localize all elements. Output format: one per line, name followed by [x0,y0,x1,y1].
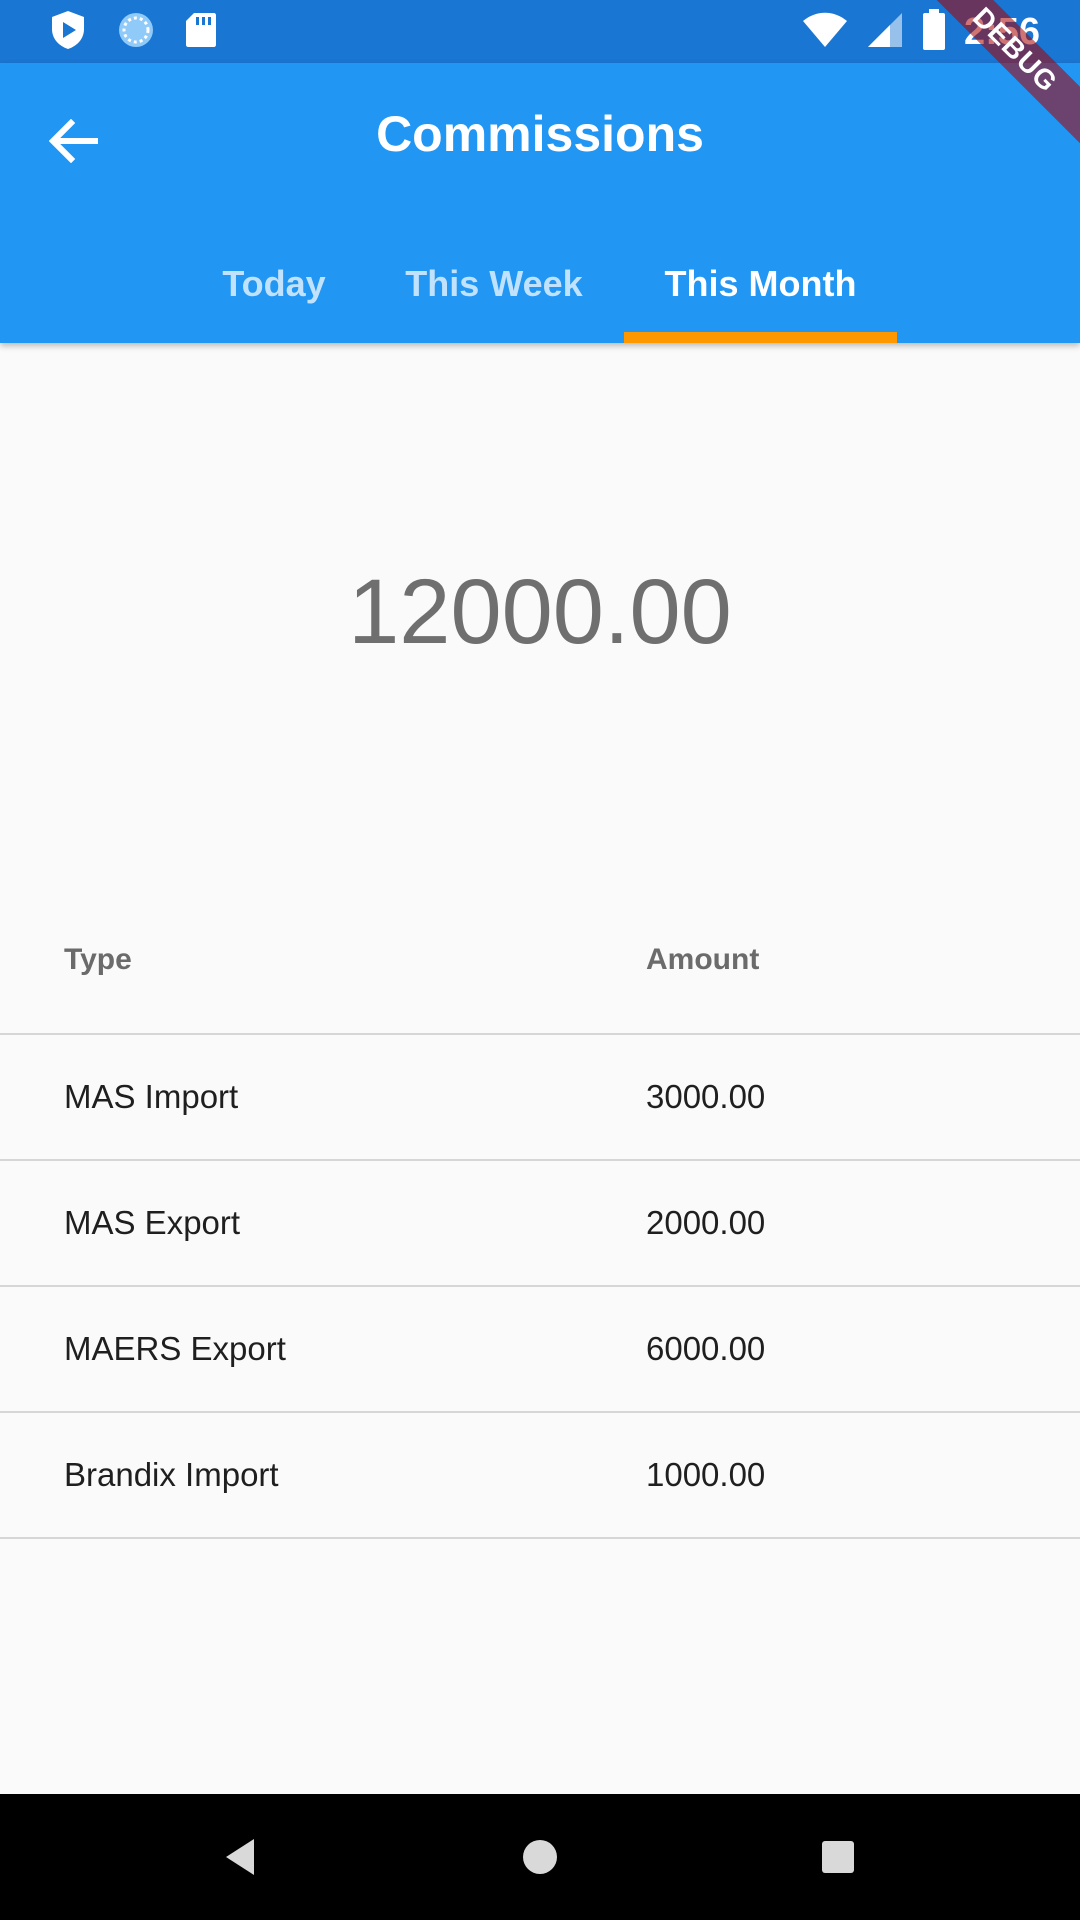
tab-label: This Week [405,263,583,304]
home-circle-icon [521,1838,559,1881]
page-title: Commissions [376,106,704,162]
total-amount: 12000.00 [348,561,732,663]
recents-square-icon [820,1839,856,1880]
cell-amount: 3000.00 [646,1078,766,1115]
play-protect-icon [48,9,88,56]
tab-this-week[interactable]: This Week [396,249,592,319]
cell-type: MAS Export [64,1204,241,1241]
cell-type: Brandix Import [64,1456,279,1493]
sd-card-icon [184,11,218,54]
table-row: MAS Export 2000.00 [0,1161,1080,1287]
cell-type: MAERS Export [64,1330,286,1367]
wifi-icon [802,11,848,54]
sync-icon [116,10,156,55]
cell-amount: 1000.00 [646,1456,766,1493]
tab-label: This Month [664,263,857,304]
cell-type: MAS Import [64,1078,239,1115]
cell-amount: 2000.00 [646,1204,766,1241]
cell-signal-icon [866,11,904,54]
nav-recents-button[interactable] [798,1819,878,1899]
battery-icon [922,8,946,56]
app-bar: Commissions Today This Week This Month [0,63,1080,343]
table-row: Brandix Import 1000.00 [0,1413,1080,1539]
status-bar: 2:56 [0,0,1080,63]
table-row: MAERS Export 6000.00 [0,1287,1080,1413]
nav-back-button[interactable] [200,1819,280,1899]
table-header: Type Amount [0,920,1080,1035]
back-triangle-icon [222,1837,258,1882]
cell-amount: 6000.00 [646,1330,766,1367]
nav-home-button[interactable] [500,1819,580,1899]
table-row: MAS Import 3000.00 [0,1035,1080,1161]
tab-label: Today [222,263,326,304]
tab-today[interactable]: Today [204,249,344,319]
tab-this-month[interactable]: This Month [624,249,897,319]
tab-indicator [624,332,897,343]
column-header-amount: Amount [646,943,760,976]
status-left-icons [48,10,218,54]
column-header-type: Type [64,943,132,976]
navigation-bar [0,1794,1080,1920]
